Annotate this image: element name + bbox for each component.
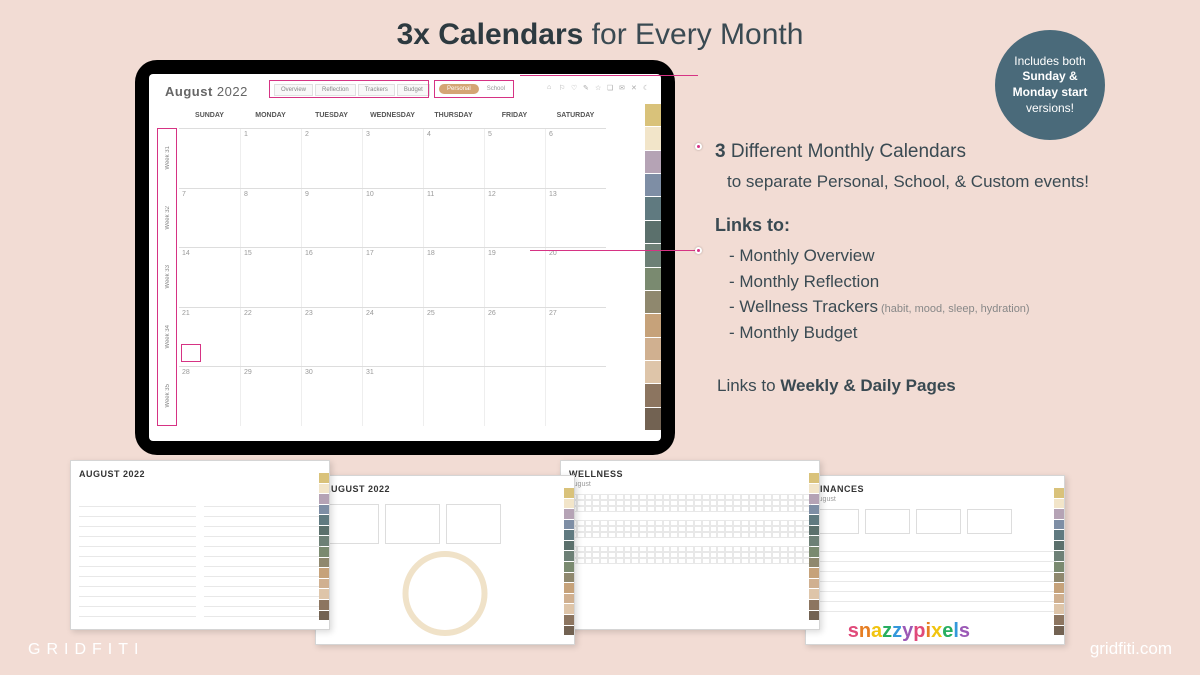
- highlight-view-tabs: [269, 80, 429, 98]
- bullet-icon: [695, 247, 702, 254]
- weekday-headers: SundayMondayTuesdayWednesdayThursdayFrid…: [179, 112, 606, 119]
- thumb-reflection: August 2022: [315, 475, 575, 645]
- calendar-cell[interactable]: 20: [545, 248, 606, 307]
- calendar-cell[interactable]: 15: [240, 248, 301, 307]
- highlight-weeks: [157, 128, 177, 426]
- thumb-overview: August 2022: [70, 460, 330, 630]
- calendar-cell[interactable]: 1: [240, 129, 301, 188]
- icon[interactable]: ✕: [631, 84, 639, 92]
- calendar-cell[interactable]: 5: [484, 129, 545, 188]
- calendar-cell[interactable]: 27: [545, 308, 606, 367]
- calendar-cell[interactable]: [484, 367, 545, 426]
- calendar-cell[interactable]: 11: [423, 189, 484, 248]
- month-tab[interactable]: [645, 151, 661, 173]
- calendar-cell[interactable]: 3: [362, 129, 423, 188]
- info-text: to separate Personal, School, & Custom e…: [727, 169, 1160, 195]
- calendar-cell[interactable]: 29: [240, 367, 301, 426]
- snazzy-logo: snazzypixels: [848, 620, 970, 643]
- calendar-cell[interactable]: 22: [240, 308, 301, 367]
- bullet-icon: [695, 143, 702, 150]
- calendar-cell[interactable]: 8: [240, 189, 301, 248]
- month-tab[interactable]: [645, 291, 661, 313]
- calendar-cell[interactable]: 24: [362, 308, 423, 367]
- thumb-wellness: Wellness August: [560, 460, 820, 630]
- month-tab[interactable]: [645, 127, 661, 149]
- month-tab[interactable]: [645, 408, 661, 430]
- calendar-screen: August 2022 OverviewReflectionTrackersBu…: [149, 74, 661, 441]
- brand-left: GRIDFITI: [28, 641, 144, 659]
- calendar-grid[interactable]: 1234567891011121314151617181920212223242…: [179, 128, 606, 426]
- calendar-cell[interactable]: 6: [545, 129, 606, 188]
- info-footer: Links to Weekly & Daily Pages: [717, 373, 1160, 399]
- calendar-cell[interactable]: 10: [362, 189, 423, 248]
- calendar-cell[interactable]: [423, 367, 484, 426]
- calendar-cell[interactable]: 28: [179, 367, 240, 426]
- calendar-cell[interactable]: 31: [362, 367, 423, 426]
- month-tab[interactable]: [645, 338, 661, 360]
- icon[interactable]: ⌂: [547, 84, 555, 92]
- icon[interactable]: ♡: [571, 84, 579, 92]
- calendar-cell[interactable]: 25: [423, 308, 484, 367]
- month-tab[interactable]: [645, 174, 661, 196]
- month-tab[interactable]: [645, 384, 661, 406]
- calendar-cell[interactable]: 26: [484, 308, 545, 367]
- icon[interactable]: ✎: [583, 84, 591, 92]
- thumbnail-row: August 2022 August 2022 Wellness August …: [70, 460, 1130, 645]
- calendar-cell[interactable]: 7: [179, 189, 240, 248]
- calendar-cell[interactable]: 9: [301, 189, 362, 248]
- calendar-cell[interactable]: 23: [301, 308, 362, 367]
- month-tab[interactable]: [645, 361, 661, 383]
- calendar-cell[interactable]: [545, 367, 606, 426]
- month-tab[interactable]: [645, 104, 661, 126]
- calendar-cell[interactable]: 30: [301, 367, 362, 426]
- icon[interactable]: ✉: [619, 84, 627, 92]
- brand-right: gridfiti.com: [1090, 639, 1172, 659]
- calendar-cell[interactable]: 17: [362, 248, 423, 307]
- month-tab[interactable]: [645, 221, 661, 243]
- calendar-cell[interactable]: 14: [179, 248, 240, 307]
- month-tab[interactable]: [645, 244, 661, 266]
- connector-line: [520, 75, 698, 76]
- month-tab[interactable]: [645, 197, 661, 219]
- icon[interactable]: ⚐: [559, 84, 567, 92]
- info-heading-1: 3 Different Monthly Calendars: [715, 138, 1160, 167]
- links-list: Monthly OverviewMonthly ReflectionWellne…: [729, 243, 1160, 345]
- highlight-category-tabs: [434, 80, 514, 98]
- highlight-date-28: [181, 344, 201, 362]
- toolbar-icons[interactable]: ⌂ ⚐ ♡ ✎ ☆ ❏ ✉ ✕ ☾: [547, 84, 651, 92]
- month-side-tabs[interactable]: [645, 104, 661, 431]
- calendar-cell[interactable]: 4: [423, 129, 484, 188]
- info-panel: 3 Different Monthly Calendars to separat…: [715, 138, 1160, 399]
- feature-badge: Includes both Sunday & Monday start vers…: [995, 30, 1105, 140]
- month-tab[interactable]: [645, 314, 661, 336]
- info-heading-2: Links to:: [715, 212, 1160, 239]
- calendar-cell[interactable]: 16: [301, 248, 362, 307]
- calendar-cell[interactable]: 12: [484, 189, 545, 248]
- month-tab[interactable]: [645, 268, 661, 290]
- calendar-cell[interactable]: 2: [301, 129, 362, 188]
- calendar-cell[interactable]: 18: [423, 248, 484, 307]
- calendar-cell[interactable]: [179, 129, 240, 188]
- calendar-cell[interactable]: 19: [484, 248, 545, 307]
- icon[interactable]: ☆: [595, 84, 603, 92]
- icon[interactable]: ❏: [607, 84, 615, 92]
- connector-line: [530, 250, 698, 251]
- calendar-cell[interactable]: 13: [545, 189, 606, 248]
- calendar-month-title: August 2022: [165, 84, 248, 99]
- icon[interactable]: ☾: [643, 84, 651, 92]
- ipad-frame: August 2022 OverviewReflectionTrackersBu…: [135, 60, 675, 455]
